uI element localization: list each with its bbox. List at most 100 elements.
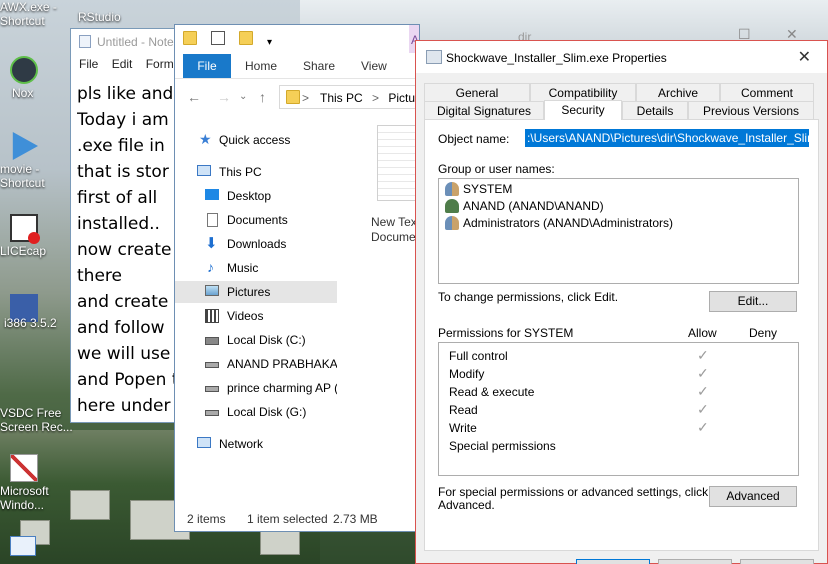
status-selection: 1 item selected xyxy=(247,512,328,526)
exe-file-icon xyxy=(426,50,442,64)
cancel-button[interactable] xyxy=(658,559,732,564)
nav-this-pc[interactable]: This PC xyxy=(175,161,337,183)
address-row: ← → ⌄ ↑ > This PC > Pictures xyxy=(175,79,419,113)
tab-home[interactable]: Home xyxy=(245,59,277,73)
notepad-text-area[interactable]: pls like and Today i am .exe file in tha… xyxy=(71,77,177,419)
text-line: now create xyxy=(77,240,172,260)
notepad-titlebar[interactable]: Untitled - Notepad xyxy=(71,29,177,57)
forward-arrow-icon[interactable]: → xyxy=(217,89,231,105)
desktop-icon-rstudio[interactable]: RStudio xyxy=(78,10,138,24)
navigation-pane: ★ Quick access This PC Desktop Documents… xyxy=(175,121,337,501)
breadcrumb-this-pc[interactable]: This PC xyxy=(320,91,363,105)
text-line: and Popen t xyxy=(77,370,177,390)
menu-edit[interactable]: Edit xyxy=(112,57,133,71)
nav-downloads[interactable]: ⬇ Downloads xyxy=(175,233,337,255)
notepad-window[interactable]: Untitled - Notepad File Edit Format pls … xyxy=(70,28,178,423)
nav-quick-access[interactable]: ★ Quick access xyxy=(175,129,337,151)
up-arrow-icon[interactable]: ↑ xyxy=(259,89,266,105)
properties-icon[interactable] xyxy=(211,31,225,45)
permission-name: Write xyxy=(449,421,477,435)
permission-name: Read xyxy=(449,403,478,417)
tab-previous-versions[interactable]: Previous Versions xyxy=(688,101,814,119)
apply-button[interactable] xyxy=(740,559,814,564)
group-names-label: Group or user names: xyxy=(438,162,555,176)
ok-button[interactable] xyxy=(576,559,650,564)
recent-chevron-icon[interactable]: ⌄ xyxy=(239,91,247,102)
nav-local-disk-c[interactable]: Local Disk (C:) xyxy=(175,329,337,351)
notepad-title: Untitled - Notepad xyxy=(97,35,177,49)
desktop-icon-microsoft[interactable]: Microsoft Windo... xyxy=(0,454,60,512)
desktop-icon-label: LICEcap xyxy=(0,244,47,258)
desktop-icon-vsdc[interactable]: VSDC Free Screen Rec... xyxy=(0,406,73,434)
explorer-window[interactable]: ▾ Application Tools File Home Share View… xyxy=(174,24,420,532)
tab-details[interactable]: Details xyxy=(622,101,688,119)
music-icon: ♪ xyxy=(207,259,214,275)
desktop-icon-nox[interactable]: Nox xyxy=(0,56,60,100)
special-permissions-text: For special permissions or advanced sett… xyxy=(438,485,709,499)
group-icon xyxy=(445,216,459,230)
file-item[interactable]: New Tex Docume xyxy=(371,125,419,245)
explorer-titlebar[interactable]: ▾ Application Tools xyxy=(175,25,419,53)
pictures-icon xyxy=(205,285,219,296)
user-name: SYSTEM xyxy=(463,182,513,196)
group-icon xyxy=(445,182,459,196)
text-line: pls like and xyxy=(77,84,174,104)
nav-videos[interactable]: Videos xyxy=(175,305,337,327)
permission-row: Special permissions xyxy=(449,437,799,455)
user-name: ANAND (ANAND\ANAND) xyxy=(463,199,604,213)
tab-archive[interactable]: Archive xyxy=(636,83,720,101)
dialog-titlebar[interactable]: Shockwave_Installer_Slim.exe Properties … xyxy=(416,41,827,73)
properties-dialog[interactable]: Shockwave_Installer_Slim.exe Properties … xyxy=(415,40,828,564)
nav-desktop[interactable]: Desktop xyxy=(175,185,337,207)
folder-icon xyxy=(286,90,300,104)
tab-compatibility[interactable]: Compatibility xyxy=(530,83,636,101)
desktop-icon-licecap[interactable]: LICEcap xyxy=(0,214,60,258)
play-icon xyxy=(12,132,38,160)
tab-comment[interactable]: Comment xyxy=(720,83,814,101)
tab-file[interactable]: File xyxy=(183,54,231,78)
nav-pictures[interactable]: Pictures xyxy=(175,281,337,303)
desktop-icon-label: Microsoft Windo... xyxy=(0,484,49,512)
tab-digital-signatures[interactable]: Digital Signatures xyxy=(424,101,544,119)
nav-network[interactable]: Network xyxy=(175,433,337,455)
user-list[interactable]: SYSTEM ANAND (ANAND\ANAND) Administrator… xyxy=(438,178,799,284)
close-icon[interactable]: ✕ xyxy=(798,47,811,67)
explorer-ribbon: File Home Share View xyxy=(175,53,419,79)
desktop-icon-label: AWX.exe - Shortcut xyxy=(0,0,57,28)
nav-label: Pictures xyxy=(227,285,271,299)
edit-button[interactable]: Edit... xyxy=(709,291,797,312)
checkmark-icon: ✓ xyxy=(697,347,709,363)
videos-icon xyxy=(205,309,219,323)
new-folder-icon[interactable] xyxy=(239,31,253,45)
object-name-value[interactable]: :\Users\ANAND\Pictures\dir\Shockwave_Ins… xyxy=(525,129,809,147)
chevron-down-icon[interactable]: ▾ xyxy=(267,37,275,51)
menu-file[interactable]: File xyxy=(79,57,98,71)
nav-local-disk-g[interactable]: Local Disk (G:) xyxy=(175,401,337,423)
desktop-icon-movie[interactable]: movie - Shortcut xyxy=(0,132,60,190)
address-bar[interactable]: > This PC > Pictures xyxy=(279,85,419,109)
nav-prince-drive[interactable]: prince charming AP ( xyxy=(175,377,337,399)
desktop-icon-label: movie - Shortcut xyxy=(0,162,45,190)
nav-documents[interactable]: Documents xyxy=(175,209,337,231)
nav-music[interactable]: ♪ Music xyxy=(175,257,337,279)
tab-general[interactable]: General xyxy=(424,83,530,101)
nav-anand-drive[interactable]: ANAND PRABHAKAR xyxy=(175,353,337,375)
nav-label: Music xyxy=(227,261,259,275)
tab-view[interactable]: View xyxy=(361,59,387,73)
nox-icon xyxy=(10,56,38,84)
tab-row-2: Digital Signatures Security Details Prev… xyxy=(424,100,814,120)
tab-share[interactable]: Share xyxy=(303,59,335,73)
folder-icon[interactable] xyxy=(183,31,197,45)
breadcrumb-sep: > xyxy=(302,91,310,105)
advanced-button[interactable]: Advanced xyxy=(709,486,797,507)
desktop-icon-awx[interactable]: AWX.exe - Shortcut xyxy=(0,0,60,28)
back-arrow-icon[interactable]: ← xyxy=(187,89,201,105)
tab-security[interactable]: Security xyxy=(544,100,622,120)
desktop-icon-partial[interactable] xyxy=(10,536,36,556)
nav-label: ANAND PRABHAKAR xyxy=(227,357,337,371)
permissions-list[interactable]: Full control ✓ Modify ✓ Read & execute ✓ Re… xyxy=(438,342,799,476)
menu-format[interactable]: Format xyxy=(146,57,177,71)
status-size: 2.73 MB xyxy=(333,512,378,526)
desktop-icon-i386[interactable]: i386 3.5.2 xyxy=(0,294,60,330)
permission-name: Read & execute xyxy=(449,385,535,399)
